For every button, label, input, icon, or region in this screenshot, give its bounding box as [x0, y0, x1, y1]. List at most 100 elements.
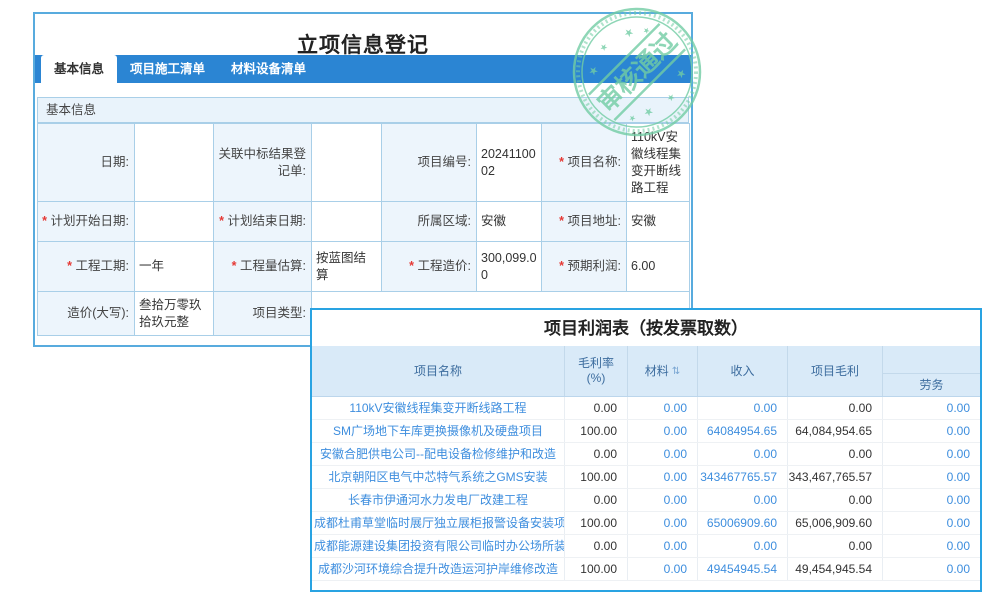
col-header-income: 收入	[698, 346, 788, 396]
tab-basic-info[interactable]: 基本信息	[41, 55, 117, 83]
gross-profit-cell: 343,467,765.57	[788, 466, 883, 488]
project-name-link[interactable]: 成都杜甫草堂临时展厅独立展柜报警设备安装项目	[312, 512, 565, 534]
field-label-project-type: 项目类型:	[214, 292, 312, 336]
labor-cell: 0.00	[883, 489, 980, 511]
material-cell: 0.00	[628, 420, 698, 442]
table-row: 成都杜甫草堂临时展厅独立展柜报警设备安装项目 100.00 0.00 65006…	[312, 512, 980, 535]
gross-margin-cell: 100.00	[565, 420, 628, 442]
material-cell: 0.00	[628, 535, 698, 557]
col-header-labor-group: 劳务	[883, 346, 980, 396]
form-row: 计划开始日期: 计划结束日期: 所属区域: 安徽 项目地址: 安徽	[38, 202, 690, 242]
material-cell: 0.00	[628, 512, 698, 534]
table-row: 安徽合肥供电公司--配电设备检修维护和改造 0.00 0.00 0.00 0.0…	[312, 443, 980, 466]
field-value-cost-in-words[interactable]: 叁拾万零玖拾玖元整	[135, 292, 214, 336]
income-cell: 343467765.57	[698, 466, 788, 488]
field-label-cost-in-words: 造价(大写):	[38, 292, 135, 336]
material-cell: 0.00	[628, 443, 698, 465]
labor-cell: 0.00	[883, 558, 980, 580]
material-cell: 0.00	[628, 558, 698, 580]
form-row: 日期: 关联中标结果登记单: 项目编号: 2024110002 项目名称: 11…	[38, 124, 690, 202]
material-cell: 0.00	[628, 466, 698, 488]
profit-table: 项目名称 毛利率 (%) 材料 ⇅ 收入 项目毛利	[312, 346, 980, 581]
field-value-project-duration[interactable]: 一年	[135, 242, 214, 292]
profit-table-header: 项目名称 毛利率 (%) 材料 ⇅ 收入 项目毛利	[312, 346, 980, 397]
col-header-project-name: 项目名称	[312, 346, 565, 396]
col-header-empty	[883, 346, 980, 374]
field-label-related-bid-result: 关联中标结果登记单:	[214, 124, 312, 202]
profit-table-title: 项目利润表（按发票取数）	[312, 310, 980, 346]
gross-margin-cell: 100.00	[565, 466, 628, 488]
section-header-basic-info: 基本信息	[37, 97, 689, 123]
field-value-expected-profit[interactable]: 6.00	[627, 242, 690, 292]
labor-cell: 0.00	[883, 397, 980, 419]
table-row: 110kV安徽线程集变开断线路工程 0.00 0.00 0.00 0.00 0.…	[312, 397, 980, 420]
table-row: 成都能源建设集团投资有限公司临时办公场所装修改 0.00 0.00 0.00 0…	[312, 535, 980, 558]
field-value-related-bid-result[interactable]	[312, 124, 382, 202]
table-row: 北京朝阳区电气中芯特气系统之GMS安装 100.00 0.00 34346776…	[312, 466, 980, 489]
sort-icon[interactable]: ⇅	[672, 364, 680, 379]
field-value-project-address[interactable]: 安徽	[627, 202, 690, 242]
col-header-labor: 劳务	[883, 374, 980, 396]
registration-form: 日期: 关联中标结果登记单: 项目编号: 2024110002 项目名称: 11…	[37, 123, 690, 336]
project-name-link[interactable]: 安徽合肥供电公司--配电设备检修维护和改造	[312, 443, 565, 465]
gross-margin-cell: 0.00	[565, 443, 628, 465]
field-label-project-duration: 工程工期:	[38, 242, 135, 292]
income-cell: 0.00	[698, 397, 788, 419]
project-name-link[interactable]: 110kV安徽线程集变开断线路工程	[312, 397, 565, 419]
gross-margin-cell: 100.00	[565, 558, 628, 580]
gross-profit-cell: 0.00	[788, 535, 883, 557]
col-header-material[interactable]: 材料 ⇅	[628, 346, 698, 396]
field-label-expected-profit: 预期利润:	[542, 242, 627, 292]
table-row: 成都沙河环境综合提升改造运河护岸维修改造 100.00 0.00 4945494…	[312, 558, 980, 581]
gross-profit-cell: 0.00	[788, 443, 883, 465]
table-row: 长春市伊通河水力发电厂改建工程 0.00 0.00 0.00 0.00 0.00	[312, 489, 980, 512]
field-value-quantity-estimate[interactable]: 按蓝图结算	[312, 242, 382, 292]
gross-margin-cell: 0.00	[565, 489, 628, 511]
field-value-project-no[interactable]: 2024110002	[477, 124, 542, 202]
income-cell: 65006909.60	[698, 512, 788, 534]
material-cell: 0.00	[628, 489, 698, 511]
labor-cell: 0.00	[883, 443, 980, 465]
col-header-gross-margin: 毛利率 (%)	[565, 346, 628, 396]
labor-cell: 0.00	[883, 420, 980, 442]
labor-cell: 0.00	[883, 512, 980, 534]
gross-profit-cell: 64,084,954.65	[788, 420, 883, 442]
field-label-date: 日期:	[38, 124, 135, 202]
income-cell: 49454945.54	[698, 558, 788, 580]
income-cell: 0.00	[698, 489, 788, 511]
field-label-project-address: 项目地址:	[542, 202, 627, 242]
screen: 立项信息登记 基本信息 项目施工清单 材料设备清单 基本信息 日期: 关联中标结…	[0, 0, 1000, 600]
page-title: 立项信息登记	[35, 14, 691, 55]
tab-construction-list[interactable]: 项目施工清单	[117, 55, 218, 83]
field-value-date[interactable]	[135, 124, 214, 202]
field-label-project-name: 项目名称:	[542, 124, 627, 202]
gross-profit-cell: 0.00	[788, 489, 883, 511]
project-profit-panel: 项目利润表（按发票取数） 项目名称 毛利率 (%) 材料 ⇅ 收入 项目	[310, 308, 982, 592]
form-row: 工程工期: 一年 工程量估算: 按蓝图结算 工程造价: 300,099.00 预…	[38, 242, 690, 292]
field-value-project-cost[interactable]: 300,099.00	[477, 242, 542, 292]
field-value-project-name[interactable]: 110kV安徽线程集变开断线路工程	[627, 124, 690, 202]
labor-cell: 0.00	[883, 466, 980, 488]
gross-profit-cell: 65,006,909.60	[788, 512, 883, 534]
field-label-project-cost: 工程造价:	[382, 242, 477, 292]
gross-profit-cell: 0.00	[788, 397, 883, 419]
project-name-link[interactable]: 长春市伊通河水力发电厂改建工程	[312, 489, 565, 511]
income-cell: 0.00	[698, 443, 788, 465]
gross-margin-cell: 100.00	[565, 512, 628, 534]
project-name-link[interactable]: SM广场地下车库更换摄像机及硬盘项目	[312, 420, 565, 442]
project-registration-panel: 立项信息登记 基本信息 项目施工清单 材料设备清单 基本信息 日期: 关联中标结…	[33, 12, 693, 347]
income-cell: 0.00	[698, 535, 788, 557]
field-label-project-no: 项目编号:	[382, 124, 477, 202]
labor-cell: 0.00	[883, 535, 980, 557]
field-value-plan-end-date[interactable]	[312, 202, 382, 242]
gross-profit-cell: 49,454,945.54	[788, 558, 883, 580]
tab-bar: 基本信息 项目施工清单 材料设备清单	[35, 55, 691, 83]
col-header-gross-profit: 项目毛利	[788, 346, 883, 396]
project-name-link[interactable]: 北京朝阳区电气中芯特气系统之GMS安装	[312, 466, 565, 488]
project-name-link[interactable]: 成都沙河环境综合提升改造运河护岸维修改造	[312, 558, 565, 580]
field-value-plan-start-date[interactable]	[135, 202, 214, 242]
project-name-link[interactable]: 成都能源建设集团投资有限公司临时办公场所装修改	[312, 535, 565, 557]
field-value-region[interactable]: 安徽	[477, 202, 542, 242]
field-label-region: 所属区域:	[382, 202, 477, 242]
tab-material-equipment-list[interactable]: 材料设备清单	[218, 55, 319, 83]
